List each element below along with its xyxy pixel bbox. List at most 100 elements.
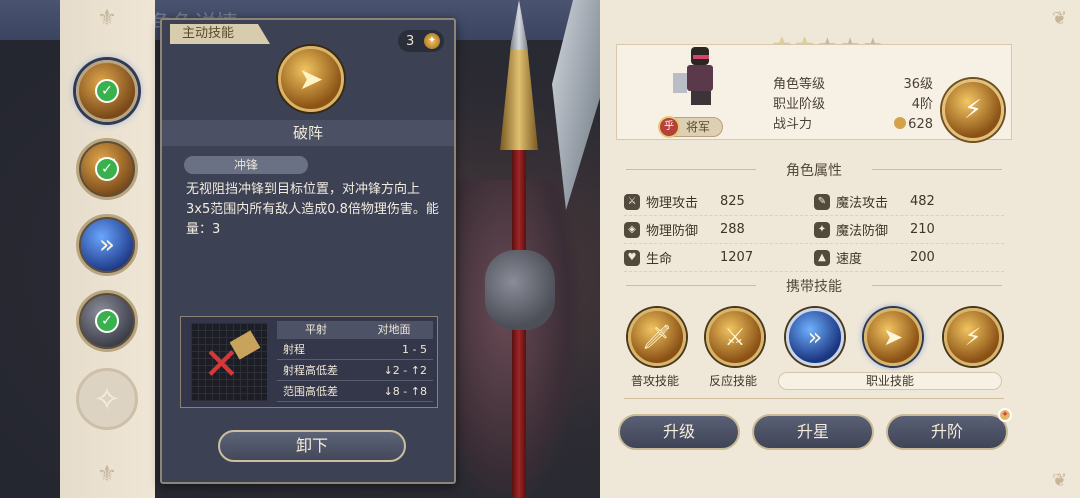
skill-type-pill: 冲锋 [184,156,308,174]
corner-ornament-icon: ❦ [1052,470,1068,491]
class-emblem-icon[interactable]: ⚡ [942,79,1004,141]
skill-category-tag: 主动技能 [170,24,270,44]
attr-key: 物理防御 [646,224,699,239]
sword-counter-icon: ⚔ [724,323,746,351]
energy-cost-value: 3 [406,33,415,49]
range-header-flat: 平射 [305,323,327,336]
character-info: 角色等级 36级 职业阶级 4阶 战斗力 628 [773,75,933,135]
shield-icon: ◈ [624,221,640,238]
range-row-key: 射程 [283,343,305,356]
rail-skill-dash[interactable]: » [76,214,138,276]
checkmark-icon: ✓ [95,79,119,103]
fleur-ornament-icon: ⚜ [97,6,117,31]
attributes-title: 角色属性 [616,160,1012,180]
notification-dot-icon: ✦ [998,408,1012,422]
heart-icon: ♥ [624,249,640,266]
equipped-skill-pierce[interactable]: ➤ [864,308,922,366]
pierce-arrow-icon: ➤ [882,323,904,351]
range-row-value: ↓8 - ↑8 [383,385,427,398]
character-info-panel: ❦ ❦ ★ ★ ★ ★ ★ 乎 将军 角色等级 36级 职业阶级 4阶 [600,0,1080,498]
info-value: 36级 [903,77,933,92]
equipped-skills-title: 携带技能 [616,276,1012,296]
range-row-value: 1 - 5 [402,343,427,356]
fleur-ornament-icon: ⚜ [97,462,117,487]
equipped-skills-row: 🗡 ⚔ » ➤ ⚡ [624,308,1004,368]
attr-key: 速度 [836,252,863,267]
attr-value: 825 [720,194,745,209]
checkmark-icon: ✓ [95,309,119,333]
equipped-skill-reaction[interactable]: ⚔ [706,308,764,366]
checkmark-icon: ✓ [95,157,119,181]
label-reaction-skill: 反应技能 [708,374,757,388]
empty-slot-icon: ✧ [93,380,121,418]
energy-cost-badge: 3 ✦ [398,30,444,52]
attr-row: ⚔ 物理攻击 825 ✎ 魔法攻击 482 [624,188,1004,216]
range-row: 射程高低差 ↓2 - ↑2 [277,360,433,381]
info-key: 职业阶级 [773,97,826,112]
sprite-axe [673,73,687,93]
rail-skill-dash-locked[interactable]: » ✓ [76,290,138,352]
attr-key: 生命 [646,252,673,267]
rail-skill-pierce[interactable]: ➤ ✓ [76,60,138,122]
corner-ornament-icon: ❦ [1052,8,1068,29]
sprite-legs [691,91,711,105]
wand-icon: ✎ [814,193,830,210]
attr-key: 魔法攻击 [836,196,889,211]
sword-strike-icon: 🗡 [641,323,673,351]
range-table-header: 平射 对地面 [277,321,433,339]
range-row: 范围高低差 ↓8 - ↑8 [277,381,433,402]
attr-row: ♥ 生命 1207 ▲ 速度 200 [624,244,1004,272]
rail-skill-counter[interactable]: ⚔ ✓ [76,138,138,200]
attr-key: 物理攻击 [646,196,699,211]
info-row-rank: 职业阶级 4阶 [773,95,933,115]
range-row-value: ↓2 - ↑2 [383,364,427,377]
skill-detail-panel: 主动技能 3 ✦ ➤ 破阵 冲锋 无视阻挡冲锋到目标位置，对冲锋方向上3x5范围… [160,18,456,484]
gauntlet-art [485,250,555,330]
equipped-skill-dash[interactable]: » [786,308,844,366]
info-row-power: 战斗力 628 [773,115,933,135]
attr-value: 482 [910,194,935,209]
range-info-box: ✕ 平射 对地面 射程 1 - 5 射程高低差 ↓2 - ↑2 范围高低差 ↓8… [180,316,438,408]
label-class-skill: 职业技能 [778,372,1002,390]
star-up-button[interactable]: 升星 [752,414,874,450]
advance-button[interactable]: 升阶 [886,414,1008,450]
divider [624,398,1004,399]
sprite-visor [693,55,709,59]
attr-phys-atk: ⚔ 物理攻击 825 [624,192,814,211]
upgrade-button[interactable]: 升级 [618,414,740,450]
sprite-body [687,65,713,91]
magic-shield-icon: ✦ [814,221,830,238]
range-row: 射程 1 - 5 [277,339,433,360]
info-key: 战斗力 [773,117,813,132]
attributes-grid: ⚔ 物理攻击 825 ✎ 魔法攻击 482 ◈ 物理防御 288 ✦ 魔法防御 … [624,188,1004,272]
range-diagram: ✕ [191,323,267,401]
unequip-button[interactable]: 卸下 [218,430,406,462]
lightning-burst-icon: ⚡ [964,323,982,351]
range-header-ground: 对地面 [377,323,411,336]
attr-value: 210 [910,222,935,237]
attr-key: 魔法防御 [836,224,889,239]
info-row-level: 角色等级 36级 [773,75,933,95]
medal-icon: 乎 [658,116,680,138]
range-row-key: 射程高低差 [283,364,338,377]
attr-speed: ▲ 速度 200 [814,248,1004,267]
attr-row: ◈ 物理防御 288 ✦ 魔法防御 210 [624,216,1004,244]
skill-description: 无视阻挡冲锋到目标位置，对冲锋方向上3x5范围内所有敌人造成0.8倍物理伤害。能… [186,182,439,237]
equipped-skill-basic[interactable]: 🗡 [628,308,686,366]
rail-skill-empty-slot[interactable]: ✧ [76,368,138,430]
range-table: 平射 对地面 射程 1 - 5 射程高低差 ↓2 - ↑2 范围高低差 ↓8 -… [277,321,433,402]
character-sprite[interactable] [671,47,731,109]
attr-mag-def: ✦ 魔法防御 210 [814,220,1004,239]
equipped-skill-burst[interactable]: ⚡ [944,308,1002,366]
dash-runner-icon: » [807,323,823,351]
attr-hp: ♥ 生命 1207 [624,248,814,267]
attr-value: 288 [720,222,745,237]
info-value: 628 [908,117,933,132]
class-title-badge: 乎 将军 [658,116,723,138]
info-key: 角色等级 [773,77,826,92]
attr-mag-atk: ✎ 魔法攻击 482 [814,192,1004,211]
attr-phys-def: ◈ 物理防御 288 [624,220,814,239]
energy-gem-icon: ✦ [424,33,440,49]
power-value-wrap: 628 [861,115,933,135]
boot-icon: ▲ [814,249,830,266]
